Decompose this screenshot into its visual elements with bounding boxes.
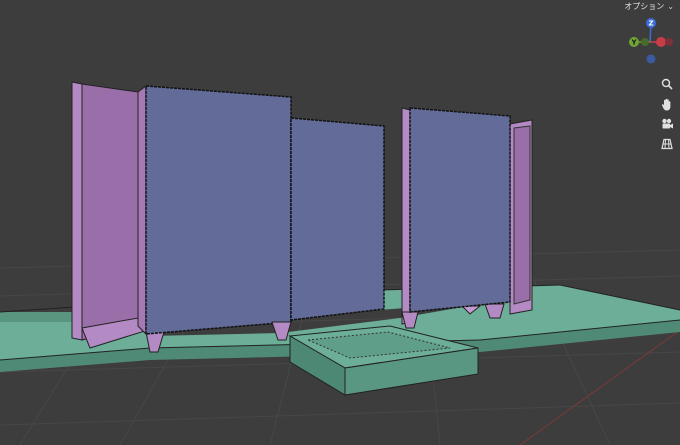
gizmo-neg-z-axis[interactable] xyxy=(646,54,656,64)
options-label: オプション xyxy=(624,2,665,11)
right-panel[interactable] xyxy=(409,107,511,313)
zoom-button[interactable] xyxy=(658,76,676,92)
left-panel[interactable] xyxy=(145,85,292,341)
camera-icon xyxy=(661,118,673,129)
middle-panel[interactable] xyxy=(290,117,385,321)
hand-pan-icon xyxy=(661,98,671,110)
camera-button[interactable] xyxy=(658,116,676,132)
gizmo-z-label: Z xyxy=(648,20,653,28)
scene-canvas[interactable] xyxy=(0,0,680,445)
options-menu[interactable]: オプション ⌄ xyxy=(622,0,676,14)
gizmo-neg-x-axis[interactable] xyxy=(665,38,673,46)
chevron-down-icon: ⌄ xyxy=(667,2,674,11)
pan-button[interactable] xyxy=(658,96,676,112)
3d-viewport[interactable]: オプション ⌄ Z Y xyxy=(0,0,680,445)
navigation-gizmo[interactable]: Z Y xyxy=(624,14,676,68)
gizmo-x-axis[interactable] xyxy=(656,37,666,47)
zoom-icon xyxy=(661,78,673,90)
x-axis-line xyxy=(519,329,680,445)
gizmo-y-label: Y xyxy=(630,39,637,47)
gizmo-neg-y-axis[interactable] xyxy=(641,38,649,46)
perspective-toggle-button[interactable] xyxy=(658,136,676,152)
base-front-face xyxy=(0,312,80,322)
grid-view-icon xyxy=(661,138,673,150)
navigation-tools xyxy=(656,76,678,152)
